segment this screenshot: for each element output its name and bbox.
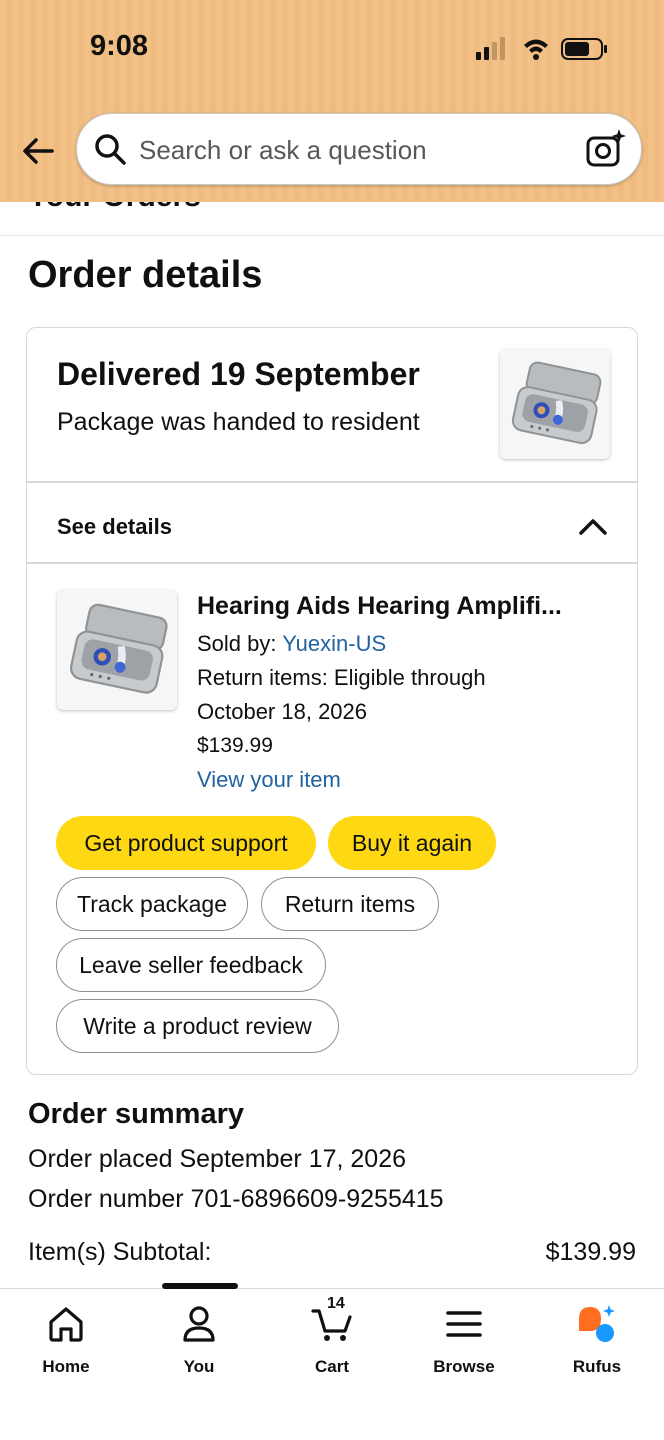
battery-icon bbox=[561, 38, 607, 60]
item-price: $139.99 bbox=[197, 734, 273, 757]
hearing-aid-case-image bbox=[500, 349, 610, 459]
buy-it-again-button[interactable]: Buy it again bbox=[328, 816, 496, 870]
sold-by-label: Sold by: bbox=[197, 631, 277, 656]
order-card: Delivered 19 September Package was hande… bbox=[26, 327, 638, 1075]
nav-home[interactable]: Home bbox=[16, 1303, 116, 1377]
order-placed-date: Order placed September 17, 2026 bbox=[28, 1145, 407, 1173]
menu-icon bbox=[446, 1311, 482, 1337]
nav-browse[interactable]: Browse bbox=[414, 1303, 514, 1377]
back-arrow-icon[interactable] bbox=[18, 130, 60, 172]
bottom-navigation: Home You 14 Cart Browse Rufus bbox=[0, 1283, 664, 1440]
item-title[interactable]: Hearing Aids Hearing Amplifi... bbox=[197, 592, 609, 621]
person-icon bbox=[183, 1306, 215, 1342]
get-product-support-button[interactable]: Get product support bbox=[56, 816, 316, 870]
write-product-review-button[interactable]: Write a product review bbox=[56, 999, 339, 1053]
app-header: 9:08 bbox=[0, 0, 664, 202]
rufus-icon bbox=[579, 1305, 615, 1342]
delivery-product-thumbnail[interactable] bbox=[500, 349, 610, 459]
nav-rufus[interactable]: Rufus bbox=[547, 1303, 647, 1377]
chevron-up-icon[interactable] bbox=[577, 514, 609, 538]
seller-link[interactable]: Yuexin-US bbox=[282, 631, 386, 656]
nav-label-rufus: Rufus bbox=[572, 1357, 622, 1376]
home-icon bbox=[49, 1307, 83, 1342]
subtotal-label: Item(s) Subtotal: bbox=[28, 1238, 212, 1266]
nav-cart[interactable]: 14 Cart bbox=[282, 1295, 382, 1377]
order-summary-title: Order summary bbox=[28, 1098, 244, 1130]
track-package-button[interactable]: Track package bbox=[56, 877, 248, 931]
cart-count-badge: 14 bbox=[327, 1295, 345, 1312]
view-item-link[interactable]: View your item bbox=[197, 767, 341, 793]
leave-seller-feedback-button[interactable]: Leave seller feedback bbox=[56, 938, 326, 992]
search-bar[interactable] bbox=[76, 113, 642, 185]
nav-label-cart: Cart bbox=[314, 1357, 349, 1376]
divider bbox=[27, 562, 637, 564]
item-product-thumbnail[interactable] bbox=[57, 590, 177, 710]
delivery-status-subtitle: Package was handed to resident bbox=[57, 408, 420, 436]
wifi-icon bbox=[524, 39, 548, 60]
breadcrumb-strip[interactable]: Your Orders bbox=[0, 202, 664, 236]
search-icon bbox=[95, 134, 126, 165]
subtotal-value: $139.99 bbox=[545, 1238, 636, 1266]
camera-sparkle-icon[interactable] bbox=[585, 128, 627, 170]
return-items-button[interactable]: Return items bbox=[261, 877, 439, 931]
divider bbox=[27, 481, 637, 483]
nav-label-browse: Browse bbox=[433, 1357, 495, 1376]
order-number: Order number 701-6896609-9255415 bbox=[28, 1185, 444, 1213]
search-input[interactable] bbox=[139, 128, 569, 172]
status-time: 9:08 bbox=[90, 30, 149, 62]
nav-you[interactable]: You bbox=[149, 1303, 249, 1377]
cellular-signal-icon bbox=[476, 37, 505, 60]
page-title: Order details bbox=[28, 254, 263, 296]
nav-label-you: You bbox=[183, 1357, 215, 1376]
breadcrumb[interactable]: Your Orders bbox=[28, 202, 201, 214]
return-eligibility-line1: Return items: Eligible through bbox=[197, 665, 486, 690]
delivery-status-title: Delivered 19 September bbox=[57, 356, 420, 392]
return-eligibility-line2: October 18, 2026 bbox=[197, 699, 368, 724]
status-icons bbox=[476, 37, 607, 60]
sold-by-line: Sold by: Yuexin-US bbox=[197, 631, 386, 657]
nav-label-home: Home bbox=[42, 1357, 90, 1376]
active-tab-indicator bbox=[162, 1283, 238, 1289]
hearing-aid-case-image bbox=[57, 590, 177, 710]
see-details-toggle[interactable]: See details bbox=[57, 514, 172, 540]
cut-off-summary-row bbox=[28, 1276, 638, 1288]
